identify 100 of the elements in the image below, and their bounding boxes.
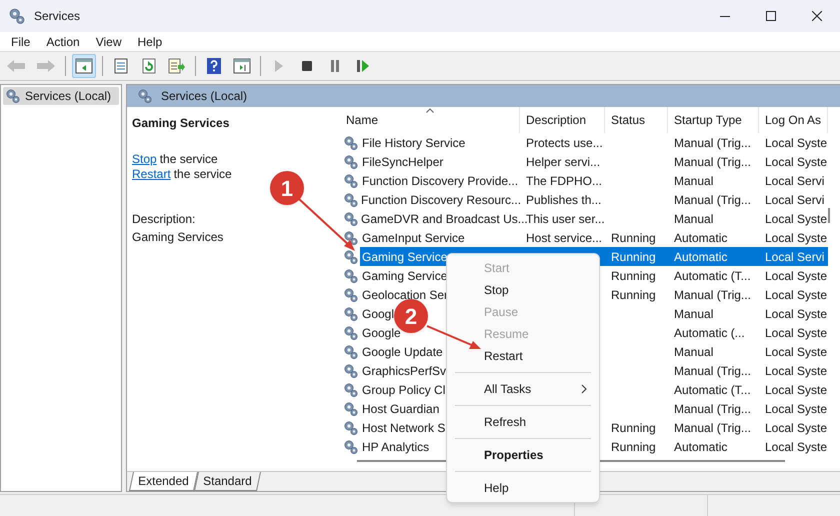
menu-item[interactable]: File bbox=[3, 32, 38, 50]
maximize-icon bbox=[766, 11, 776, 21]
properties-window-icon bbox=[233, 58, 251, 74]
gear-icon bbox=[5, 88, 21, 104]
description-label: Description: bbox=[132, 211, 196, 228]
context-menu-item[interactable]: Help bbox=[447, 477, 599, 499]
table-cell-text: Local Syste bbox=[765, 134, 828, 152]
gear-icon bbox=[343, 210, 359, 226]
export-list-icon bbox=[168, 58, 186, 74]
table-cell-text: Manual (Trig... bbox=[674, 420, 751, 436]
tree-item[interactable]: Services (Local) bbox=[3, 87, 119, 105]
forward-arrow-icon bbox=[36, 58, 56, 74]
table-cell-text: Manual (Trig... bbox=[674, 154, 751, 170]
table-cell-text: Automatic bbox=[674, 438, 728, 456]
service-name-cell[interactable]: FileSyncHelper bbox=[360, 152, 520, 171]
table-cell-text: Automatic bbox=[674, 248, 728, 266]
table-cell-text: Local Syste bbox=[765, 154, 828, 170]
table-cell-text: Manual (Trig... bbox=[674, 362, 751, 380]
gear-icon bbox=[343, 268, 359, 284]
table-cell-text: Local Syste bbox=[765, 400, 828, 418]
gear-icon bbox=[343, 286, 359, 302]
context-menu-item[interactable]: Refresh bbox=[447, 411, 599, 433]
table-cell-text: Local Syste bbox=[765, 286, 828, 304]
service-action-link[interactable]: Restart bbox=[132, 165, 171, 180]
column-header[interactable]: Name bbox=[340, 107, 520, 133]
table-cell-text: This user ser... bbox=[526, 210, 605, 228]
table-cell-text: Automatic (... bbox=[674, 324, 745, 342]
table-cell-text: Local Syste bbox=[765, 382, 828, 398]
window-title: Services bbox=[34, 8, 80, 25]
gear-icon bbox=[343, 438, 359, 454]
context-menu-item[interactable]: Restart bbox=[447, 345, 599, 367]
gear-icon bbox=[343, 192, 359, 208]
description-text: Gaming Services bbox=[132, 229, 224, 246]
table-cell-text: Manual (Trig... bbox=[674, 286, 751, 304]
service-action-link[interactable]: Stop bbox=[132, 150, 157, 165]
table-cell-text: Local Syste bbox=[765, 230, 828, 246]
gear-icon bbox=[343, 420, 359, 436]
table-cell-text: Automatic bbox=[674, 230, 728, 246]
help-icon bbox=[206, 57, 222, 75]
column-header[interactable]: Startup Type bbox=[668, 107, 759, 133]
table-cell-text: Automatic (T... bbox=[674, 268, 751, 284]
table-cell-text: Running bbox=[611, 268, 656, 284]
link-suffix-text: the service bbox=[174, 166, 232, 180]
context-menu-item[interactable]: Stop bbox=[447, 279, 599, 301]
view-tab[interactable]: Standard bbox=[194, 472, 260, 491]
gear-icon bbox=[8, 7, 26, 25]
table-cell-text: Host service... bbox=[526, 230, 602, 246]
context-menu-item[interactable]: All Tasks bbox=[447, 378, 599, 400]
table-cell-text: Manual (Trig... bbox=[674, 134, 751, 152]
table-cell-text: Running bbox=[611, 420, 656, 436]
gear-icon bbox=[343, 134, 359, 150]
back-arrow-icon bbox=[6, 58, 26, 74]
gear-icon bbox=[343, 382, 359, 398]
close-icon bbox=[812, 11, 822, 21]
chevron-right-icon bbox=[581, 384, 587, 394]
link-suffix-text: the service bbox=[160, 151, 218, 165]
table-cell-text: Publishes th... bbox=[526, 192, 602, 208]
gear-icon bbox=[343, 344, 359, 360]
service-name-cell[interactable]: GameInput Service bbox=[360, 228, 520, 247]
menu-item[interactable]: Help bbox=[130, 32, 170, 50]
table-cell-text: Local Syste bbox=[765, 362, 828, 380]
play-icon bbox=[273, 59, 285, 73]
table-cell-text: Helper servi... bbox=[526, 154, 600, 170]
column-header[interactable]: Description bbox=[520, 107, 605, 133]
service-name-cell[interactable]: Function Discovery Provide... bbox=[360, 171, 520, 190]
gear-icon bbox=[343, 172, 359, 188]
pause-icon bbox=[329, 59, 341, 73]
column-header[interactable]: Log On As bbox=[759, 107, 828, 133]
table-cell-text: Running bbox=[611, 248, 656, 266]
toolbar-button[interactable] bbox=[72, 54, 96, 78]
vertical-scrollbar[interactable] bbox=[828, 208, 830, 223]
table-cell-text: Local Syste bbox=[765, 324, 828, 342]
window-pane-icon bbox=[75, 58, 93, 74]
table-cell-text: Local Servi bbox=[765, 192, 824, 208]
service-name-cell[interactable]: File History Service bbox=[360, 133, 520, 152]
menu-item[interactable]: View bbox=[88, 32, 130, 50]
table-cell-text: Local Syste bbox=[765, 306, 828, 322]
restart-icon bbox=[356, 59, 370, 73]
gear-icon bbox=[137, 88, 153, 104]
service-name-cell[interactable]: GameDVR and Broadcast Us... bbox=[359, 209, 528, 228]
table-cell-text: Local Syste bbox=[765, 420, 828, 436]
column-header[interactable]: Status bbox=[605, 107, 668, 133]
table-cell-text: Manual bbox=[674, 344, 714, 360]
gear-icon bbox=[343, 306, 359, 322]
context-menu-item[interactable]: Properties bbox=[447, 444, 599, 466]
menu-item[interactable]: Action bbox=[38, 32, 88, 50]
gear-icon bbox=[343, 248, 359, 264]
gear-icon bbox=[343, 400, 359, 416]
service-name-cell[interactable]: Function Discovery Resourc... bbox=[359, 190, 522, 209]
table-cell-text: Local Syste bbox=[765, 268, 828, 284]
table-cell-text: Running bbox=[611, 286, 656, 304]
table-cell-text: Automatic (T... bbox=[674, 382, 751, 398]
panel-title: Services (Local) bbox=[161, 88, 248, 105]
pointer-arrow bbox=[298, 198, 356, 252]
stop-icon bbox=[301, 60, 313, 72]
table-cell-text: Running bbox=[611, 230, 656, 246]
view-tab[interactable]: Extended bbox=[128, 472, 198, 491]
gear-icon bbox=[343, 324, 359, 340]
table-cell-text: The FDPHO... bbox=[526, 172, 602, 190]
document-list-icon bbox=[113, 58, 129, 74]
